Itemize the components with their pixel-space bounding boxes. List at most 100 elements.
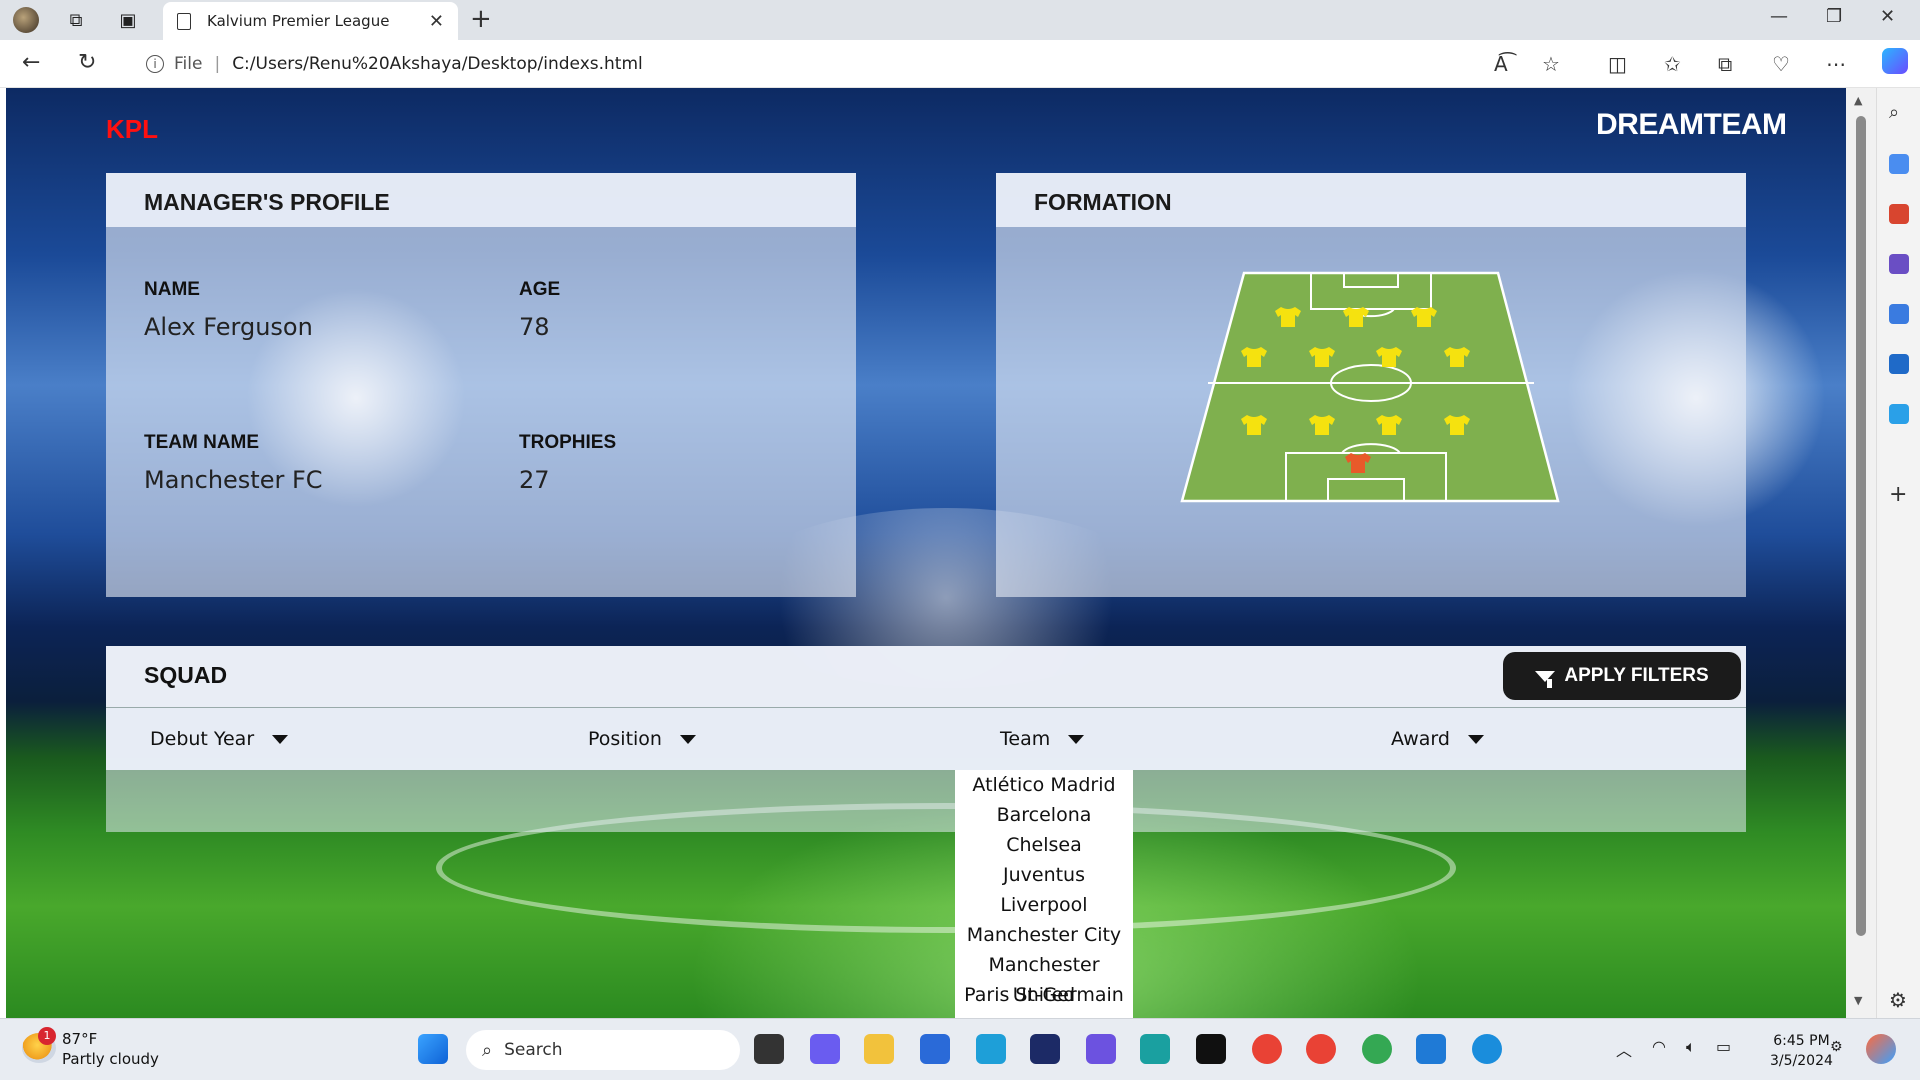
- url-text: C:/Users/Renu%20Akshaya/Desktop/indexs.h…: [232, 54, 643, 74]
- url-separator: |: [214, 54, 221, 74]
- filter-icon: [1535, 670, 1556, 682]
- chrome-profile-2-icon[interactable]: [1362, 1034, 1392, 1064]
- position-label: Position: [588, 728, 662, 750]
- trophies-label: TROPHIES: [519, 432, 617, 453]
- team-option[interactable]: Manchester City: [955, 920, 1133, 950]
- team-option[interactable]: Atlético Madrid: [955, 770, 1133, 800]
- vertical-tabs-icon[interactable]: ▣: [112, 6, 144, 34]
- close-window-icon[interactable]: ✕: [1880, 6, 1895, 27]
- page-scrollbar[interactable]: ▲ ▼: [1846, 88, 1876, 1018]
- browser-essentials-icon[interactable]: ♡: [1772, 52, 1790, 76]
- dev-home-icon[interactable]: [1030, 1034, 1060, 1064]
- add-icon[interactable]: +: [1889, 482, 1909, 507]
- formation-title: FORMATION: [996, 173, 1746, 227]
- team-option[interactable]: Barcelona: [955, 800, 1133, 830]
- split-screen-icon[interactable]: ◫: [1608, 52, 1627, 76]
- battery-icon[interactable]: ▭: [1716, 1037, 1731, 1056]
- volume-icon[interactable]: 🔈︎: [1686, 1037, 1696, 1057]
- games-icon[interactable]: [1889, 254, 1909, 274]
- age-label: AGE: [519, 279, 561, 300]
- refresh-icon[interactable]: ↻: [78, 50, 96, 75]
- edge-canary-icon[interactable]: [1140, 1034, 1170, 1064]
- back-icon[interactable]: ←: [22, 50, 40, 75]
- filter-row: Debut Year Position Team Award: [106, 708, 1746, 770]
- collections-icon[interactable]: ⧉: [1718, 52, 1732, 76]
- read-aloud-icon[interactable]: A͡: [1494, 52, 1508, 76]
- team-option[interactable]: Juventus: [955, 860, 1133, 890]
- taskbar: 1 87°F Partly cloudy ⌕ Search ︿ ◠ 🔈︎ ▭ 6…: [0, 1018, 1920, 1080]
- position-filter[interactable]: Position: [588, 728, 696, 750]
- search-icon: ⌕: [482, 1039, 493, 1061]
- chrome-icon[interactable]: [1252, 1034, 1282, 1064]
- info-icon[interactable]: i: [146, 55, 164, 73]
- search-icon[interactable]: ⌕: [1889, 102, 1909, 123]
- team-option[interactable]: Chelsea: [955, 830, 1133, 860]
- manager-name: Alex Ferguson: [144, 313, 313, 341]
- profile-avatar[interactable]: [10, 6, 42, 34]
- edge-icon[interactable]: [1472, 1034, 1502, 1064]
- chevron-down-icon: [1467, 734, 1484, 744]
- scroll-down-icon[interactable]: ▼: [1854, 994, 1862, 1007]
- pitch-surface: [1180, 271, 1560, 503]
- settings-gear-icon[interactable]: ⚙: [1889, 988, 1909, 1012]
- kpl-logo[interactable]: KPL: [106, 114, 158, 145]
- copilot-icon[interactable]: [1882, 48, 1908, 74]
- vscode-icon[interactable]: [1416, 1034, 1446, 1064]
- clock-date: 3/5/2024: [1770, 1053, 1833, 1069]
- debut-year-label: Debut Year: [150, 728, 255, 750]
- chrome-profile-icon[interactable]: [1306, 1034, 1336, 1064]
- netflix-icon[interactable]: [1196, 1034, 1226, 1064]
- scroll-up-icon[interactable]: ▲: [1854, 94, 1862, 107]
- copilot-preview-icon[interactable]: [1866, 1034, 1896, 1064]
- weather-badge: 1: [38, 1027, 56, 1045]
- copilot-taskbar-icon[interactable]: [1086, 1034, 1116, 1064]
- shopping-icon[interactable]: [1889, 154, 1909, 174]
- tools-icon[interactable]: [1889, 204, 1909, 224]
- more-menu-icon[interactable]: ⋯: [1826, 52, 1846, 76]
- outlook-icon[interactable]: [1889, 354, 1909, 374]
- workspaces-icon[interactable]: ⧉: [60, 6, 92, 34]
- team-option[interactable]: Paris St-Germain: [955, 980, 1133, 1010]
- windows-start-icon[interactable]: [418, 1034, 448, 1064]
- formation-pitch: [1180, 271, 1560, 503]
- drop-icon[interactable]: [1889, 404, 1909, 424]
- remote-desktop-icon[interactable]: [976, 1034, 1006, 1064]
- tab-title: Kalvium Premier League: [207, 12, 390, 30]
- store-icon[interactable]: [920, 1034, 950, 1064]
- task-view-icon[interactable]: [754, 1034, 784, 1064]
- taskbar-search-placeholder: Search: [504, 1040, 563, 1060]
- notification-settings-icon[interactable]: ⚙: [1830, 1039, 1843, 1055]
- favorite-star-icon[interactable]: ☆: [1542, 52, 1560, 76]
- team-option[interactable]: Manchester United: [955, 950, 1133, 1006]
- wifi-icon[interactable]: ◠: [1652, 1037, 1666, 1056]
- close-tab-icon[interactable]: ✕: [429, 11, 444, 32]
- maximize-icon[interactable]: ❐: [1826, 6, 1842, 27]
- team-label: Team: [1000, 728, 1051, 750]
- weather-widget[interactable]: 87°F Partly cloudy: [62, 1029, 159, 1069]
- chevron-down-icon: [1068, 734, 1085, 744]
- file-explorer-icon[interactable]: [864, 1034, 894, 1064]
- minimize-icon[interactable]: —: [1770, 6, 1788, 27]
- address-bar: ← ↻ i File | C:/Users/Renu%20Akshaya/Des…: [0, 40, 1920, 88]
- clock[interactable]: 6:45 PM 3/5/2024: [1770, 1031, 1833, 1071]
- chevron-up-icon[interactable]: ︿: [1616, 1037, 1632, 1061]
- name-label: NAME: [144, 279, 200, 300]
- debut-year-filter[interactable]: Debut Year: [150, 728, 289, 750]
- dreamteam-brand[interactable]: DREAMTEAM: [1596, 108, 1787, 142]
- scroll-thumb[interactable]: [1856, 116, 1866, 936]
- apply-filters-button[interactable]: APPLY FILTERS: [1503, 652, 1741, 700]
- new-tab-icon[interactable]: +: [470, 4, 492, 34]
- weather-temp: 87°F: [62, 1030, 98, 1048]
- team-option[interactable]: Liverpool: [955, 890, 1133, 920]
- squad-title: SQUAD: [144, 662, 228, 688]
- award-filter[interactable]: Award: [1391, 728, 1484, 750]
- formation-card: FORMATION: [996, 173, 1746, 597]
- url-field[interactable]: i File | C:/Users/Renu%20Akshaya/Desktop…: [126, 46, 1584, 82]
- teams-icon[interactable]: [810, 1034, 840, 1064]
- microsoft-365-icon[interactable]: [1889, 304, 1909, 324]
- page-icon: [177, 12, 191, 30]
- taskbar-search[interactable]: ⌕ Search: [466, 1030, 740, 1070]
- team-filter[interactable]: Team: [1000, 728, 1085, 750]
- browser-tab[interactable]: Kalvium Premier League ✕: [163, 2, 458, 40]
- favorites-icon[interactable]: ✩: [1664, 52, 1681, 76]
